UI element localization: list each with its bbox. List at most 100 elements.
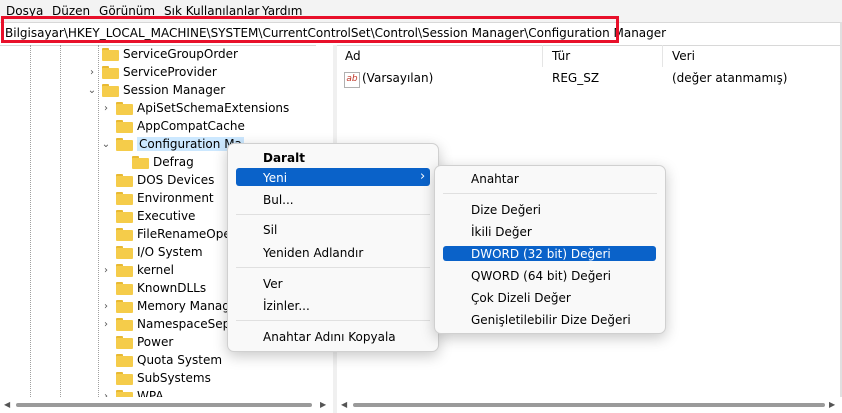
tree-node[interactable]: Quota System <box>100 351 222 369</box>
tree-node[interactable]: Power <box>100 333 173 351</box>
column-separator[interactable] <box>542 45 543 67</box>
tree-node[interactable]: › WPA <box>100 387 164 397</box>
scrollbar-thumb[interactable] <box>16 403 312 407</box>
column-separator[interactable] <box>662 45 663 67</box>
table-row[interactable]: ab (Varsayılan) REG_SZ (değer atanmamış) <box>337 71 842 89</box>
tree-node[interactable]: KnownDLLs <box>100 279 206 297</box>
tree-node-label: KnownDLLs <box>137 281 207 295</box>
chevron-down-icon[interactable]: ⌄ <box>100 139 112 150</box>
tree-node-label: ApiSetSchemaExtensions <box>137 101 290 115</box>
folder-icon <box>116 173 133 187</box>
menu-item-label: Dize Değeri <box>471 203 541 217</box>
menu-item-find[interactable]: Bul... <box>228 190 438 210</box>
folder-icon <box>116 245 133 259</box>
menu-separator <box>236 267 430 268</box>
tree-node[interactable]: Defrag <box>116 153 194 171</box>
tree-guide-line <box>30 45 31 397</box>
tree-node-label: Defrag <box>153 155 194 169</box>
tree-node[interactable]: ServiceGroupOrder <box>86 45 238 63</box>
tree-node-label: Session Manager <box>123 83 226 97</box>
scroll-left-icon[interactable]: ◀ <box>341 400 347 409</box>
scroll-left-icon[interactable]: ◀ <box>4 400 10 409</box>
folder-icon <box>116 227 133 241</box>
submenu-item-string[interactable]: Dize Değeri <box>435 200 665 220</box>
tree-node[interactable]: AppCompatCache <box>100 117 245 135</box>
tree-node-selected[interactable]: ⌄ Configuration Ma <box>100 135 244 153</box>
tree-node-label: Environment <box>137 191 214 205</box>
folder-icon <box>116 281 133 295</box>
folder-icon <box>116 101 133 115</box>
tree-node[interactable]: › Memory Manage <box>100 297 237 315</box>
menu-item-new[interactable]: Yeni › <box>228 168 438 188</box>
tree-horizontal-scrollbar[interactable]: ◀ ▶ <box>0 397 333 413</box>
menu-item-permissions[interactable]: İzinler... <box>228 296 438 316</box>
menu-item-copy-key-name[interactable]: Anahtar Adını Kopyala <box>228 327 438 347</box>
menu-item-label: Anahtar <box>471 172 519 186</box>
submenu-item-dword[interactable]: DWORD (32 bit) Değeri <box>435 244 665 264</box>
folder-icon <box>116 317 133 331</box>
chevron-right-icon[interactable]: › <box>100 103 112 114</box>
folder-icon <box>116 389 133 397</box>
column-header-type[interactable]: Tür <box>552 49 570 63</box>
scroll-right-icon[interactable]: ▶ <box>320 400 326 409</box>
tree-node-label: kernel <box>137 263 174 277</box>
context-menu: Daralt Yeni › Bul... Sil Yeniden Adlandır… <box>227 143 439 352</box>
folder-icon <box>116 299 133 313</box>
tree-node[interactable]: › NamespaceSepa <box>100 315 238 333</box>
chevron-right-icon: › <box>420 169 426 184</box>
tree-node-label: SubSystems <box>137 371 211 385</box>
tree-node[interactable]: DOS Devices <box>100 171 214 189</box>
menu-item-delete[interactable]: Sil <box>228 220 438 240</box>
menu-item-label: Daralt <box>263 151 305 165</box>
tree-node[interactable]: Environment <box>100 189 214 207</box>
scrollbar-thumb[interactable] <box>353 403 825 407</box>
folder-icon <box>102 65 119 79</box>
tree-guide-line <box>60 45 61 397</box>
chevron-right-icon[interactable]: › <box>100 319 112 330</box>
menu-item-collapse[interactable]: Daralt <box>228 148 438 168</box>
submenu-item-key[interactable]: Anahtar <box>435 169 665 189</box>
folder-icon <box>116 335 133 349</box>
list-horizontal-scrollbar[interactable]: ◀ ▶ <box>337 397 842 413</box>
tree-node-label: NamespaceSepa <box>137 317 238 331</box>
menu-item-label: Anahtar Adını Kopyala <box>263 330 396 344</box>
tree-node[interactable]: Executive <box>100 207 195 225</box>
tree-node[interactable]: I/O System <box>100 243 203 261</box>
chevron-down-icon[interactable]: ⌄ <box>86 85 98 96</box>
chevron-right-icon[interactable]: › <box>86 67 98 78</box>
scroll-right-icon[interactable]: ▶ <box>829 400 835 409</box>
folder-icon <box>116 371 133 385</box>
tree-node[interactable]: › ServiceProvider <box>86 63 217 81</box>
tree-node[interactable]: › kernel <box>100 261 174 279</box>
tree-node-label: Memory Manage <box>137 299 238 313</box>
menu-item-label: İkili Değer <box>471 225 532 239</box>
menu-item-rename[interactable]: Yeniden Adlandır <box>228 243 438 263</box>
value-type: REG_SZ <box>552 71 600 85</box>
column-header-name[interactable]: Ad <box>345 49 361 63</box>
tree-node[interactable]: SubSystems <box>100 369 211 387</box>
column-header-data[interactable]: Veri <box>672 49 695 63</box>
folder-icon <box>102 83 119 97</box>
folder-icon <box>116 137 133 151</box>
new-submenu: Anahtar Dize Değeri İkili Değer DWORD (3… <box>434 165 666 334</box>
tree-node-label: ServiceGroupOrder <box>123 47 238 61</box>
tree-node[interactable]: › ApiSetSchemaExtensions <box>100 99 289 117</box>
menu-item-export[interactable]: Ver <box>228 274 438 294</box>
tree-node[interactable]: ⌄ Session Manager <box>86 81 225 99</box>
folder-icon <box>102 47 119 61</box>
submenu-item-qword[interactable]: QWORD (64 bit) Değeri <box>435 266 665 286</box>
chevron-right-icon[interactable]: › <box>100 301 112 312</box>
folder-icon <box>116 209 133 223</box>
submenu-item-expandable-string[interactable]: Genişletilebilir Dize Değeri <box>435 310 665 330</box>
menu-item-label: Yeniden Adlandır <box>263 246 364 260</box>
menu-item-label: Yeni <box>263 171 288 185</box>
menu-item-label: Bul... <box>263 193 294 207</box>
tree-node[interactable]: FileRenameOpera <box>100 225 243 243</box>
menu-item-label: Çok Dizeli Değer <box>471 291 571 305</box>
folder-icon <box>116 263 133 277</box>
string-value-icon: ab <box>344 72 360 88</box>
tree-node-label: I/O System <box>137 245 203 259</box>
submenu-item-binary[interactable]: İkili Değer <box>435 222 665 242</box>
submenu-item-multi-string[interactable]: Çok Dizeli Değer <box>435 288 665 308</box>
chevron-right-icon[interactable]: › <box>100 265 112 276</box>
